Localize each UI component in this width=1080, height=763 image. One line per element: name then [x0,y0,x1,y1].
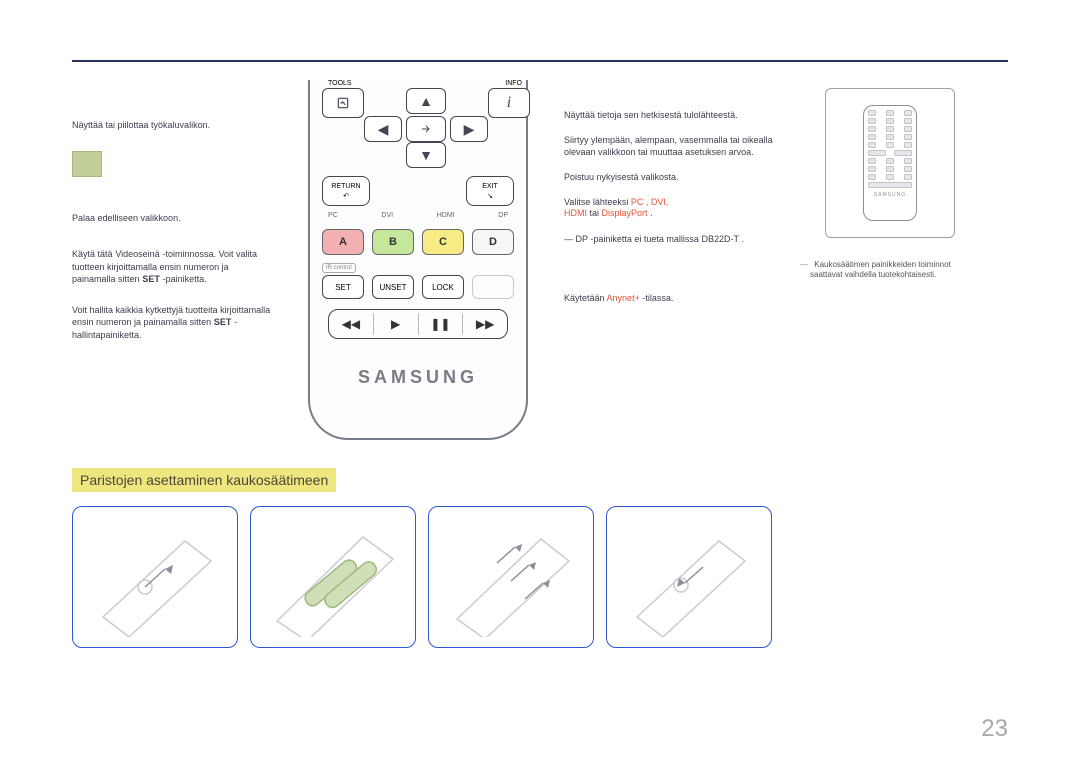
anno-src-dvi: , DVI, [646,197,669,207]
battery-step-2 [250,506,416,648]
unset-button[interactable]: UNSET [372,275,414,299]
battery-step1-illustration [85,517,225,637]
lock-button[interactable]: LOCK [422,275,464,299]
ffwd-button[interactable]: ▶▶ [463,317,507,331]
battery-step-4 [606,506,772,648]
battery-step-1 [72,506,238,648]
anno-set-after: -painiketta. [163,274,207,284]
battery-step2-illustration [263,517,403,637]
anno-src-dport: DisplayPort [602,208,648,218]
aside-note: ― Kaukosäätimen painikkeiden toiminnot s… [800,260,980,281]
battery-step-3 [428,506,594,648]
anno-exit: Poistuu nykyisestä valikosta. [564,172,679,182]
anno-anynet-a: Käytetään [564,293,607,303]
anno-anynet: Anynet+ [607,293,640,303]
exit-label: EXIT [482,183,498,190]
top-rule [72,60,1008,62]
battery-step3-illustration [441,517,581,637]
section-title: Paristojen asettaminen kaukosäätimeen [72,468,336,492]
color-swatch [72,151,102,177]
anno-tools: Näyttää tai piilottaa työkaluvalikon. [72,120,210,130]
anno-set-setword: SET [142,274,160,284]
anno-set-prefix: Käytä tätä [72,249,113,259]
anno-dp-d: DB22D-T [701,234,738,244]
anno-src-end: . [650,208,653,218]
pause-button[interactable]: ❚❚ [419,317,463,331]
dpad-up[interactable]: ▲ [406,88,446,114]
aside-note-text: Kaukosäätimen painikkeiden toiminnot saa… [810,260,951,279]
exit-button[interactable]: EXIT ↘ [466,176,514,206]
right-annotations: Näyttää tietoja sen hetkisestä tulolähte… [564,80,784,440]
return-button[interactable]: RETURN ↶ [322,176,370,206]
anno-dp-dash: ― [564,234,573,244]
anno-dp-b: DP [576,234,588,244]
anno-anynet-b: -tilassa. [642,293,673,303]
anno-src-a: Valitse lähteeksi [564,197,631,207]
page-number: 23 [981,715,1008,743]
anno-set-red: Videoseinä [115,249,159,259]
left-annotations: Näyttää tai piilottaa työkaluvalikon. Pa… [72,80,272,440]
anno-dp-e: . [741,234,744,244]
dpad-enter[interactable] [406,116,446,142]
media-bar: ◀◀ ▶ ❚❚ ▶▶ [328,309,508,339]
blank-button [472,275,514,299]
anno-unset-prefix: Voit hallita kaikkia kytkettyjä tuotteit… [72,305,270,328]
remote-control: TOOLS ▲ ◀ ▶ ▼ [308,80,528,440]
exit-arrow-icon: ↘ [487,192,493,200]
return-arrow-icon: ↶ [343,192,349,200]
label-tools: TOOLS [328,80,352,87]
label-dvi: DVI [381,212,393,219]
color-C-button[interactable]: C [422,229,464,255]
label-dp: DP [498,212,508,219]
color-A-button[interactable]: A [322,229,364,255]
mini-brand: SAMSUNG [868,192,912,198]
play-button[interactable]: ▶ [374,317,418,331]
label-pc: PC [328,212,338,219]
info-button[interactable]: i [488,88,530,118]
label-info: INFO [505,80,522,87]
dpad-right[interactable]: ▶ [450,116,488,142]
anno-src-or: tai [590,208,602,218]
anno-src-hdmi: HDMI [564,208,587,218]
anno-return: Palaa edelliseen valikkoon. [72,213,181,223]
aside-note-dash: ― [800,260,808,269]
dpad-down[interactable]: ▼ [406,142,446,168]
remote-brand: SAMSUNG [322,367,514,388]
tools-button[interactable] [322,88,364,118]
dpad-left[interactable]: ◀ [364,116,402,142]
battery-steps-row [72,506,1008,648]
remote-thumbnail: SAMSUNG [863,105,917,221]
battery-step4-illustration [619,517,759,637]
anno-src-pc: PC [631,197,644,207]
return-label: RETURN [331,183,360,190]
color-B-button[interactable]: B [372,229,414,255]
rewind-button[interactable]: ◀◀ [329,317,373,331]
ir-control-label: IR control [322,263,356,273]
set-button[interactable]: SET [322,275,364,299]
anno-dp-c: -painiketta ei tueta mallissa [590,234,699,244]
anno-dpad: Siirtyy ylempään, alempaan, vasemmalla t… [564,135,773,156]
remote-thumbnail-frame: SAMSUNG [825,88,955,238]
anno-unset-setword: SET [214,317,232,327]
anno-info: Näyttää tietoja sen hetkisestä tulolähte… [564,110,738,120]
color-D-button[interactable]: D [472,229,514,255]
label-hdmi: HDMI [437,212,455,219]
